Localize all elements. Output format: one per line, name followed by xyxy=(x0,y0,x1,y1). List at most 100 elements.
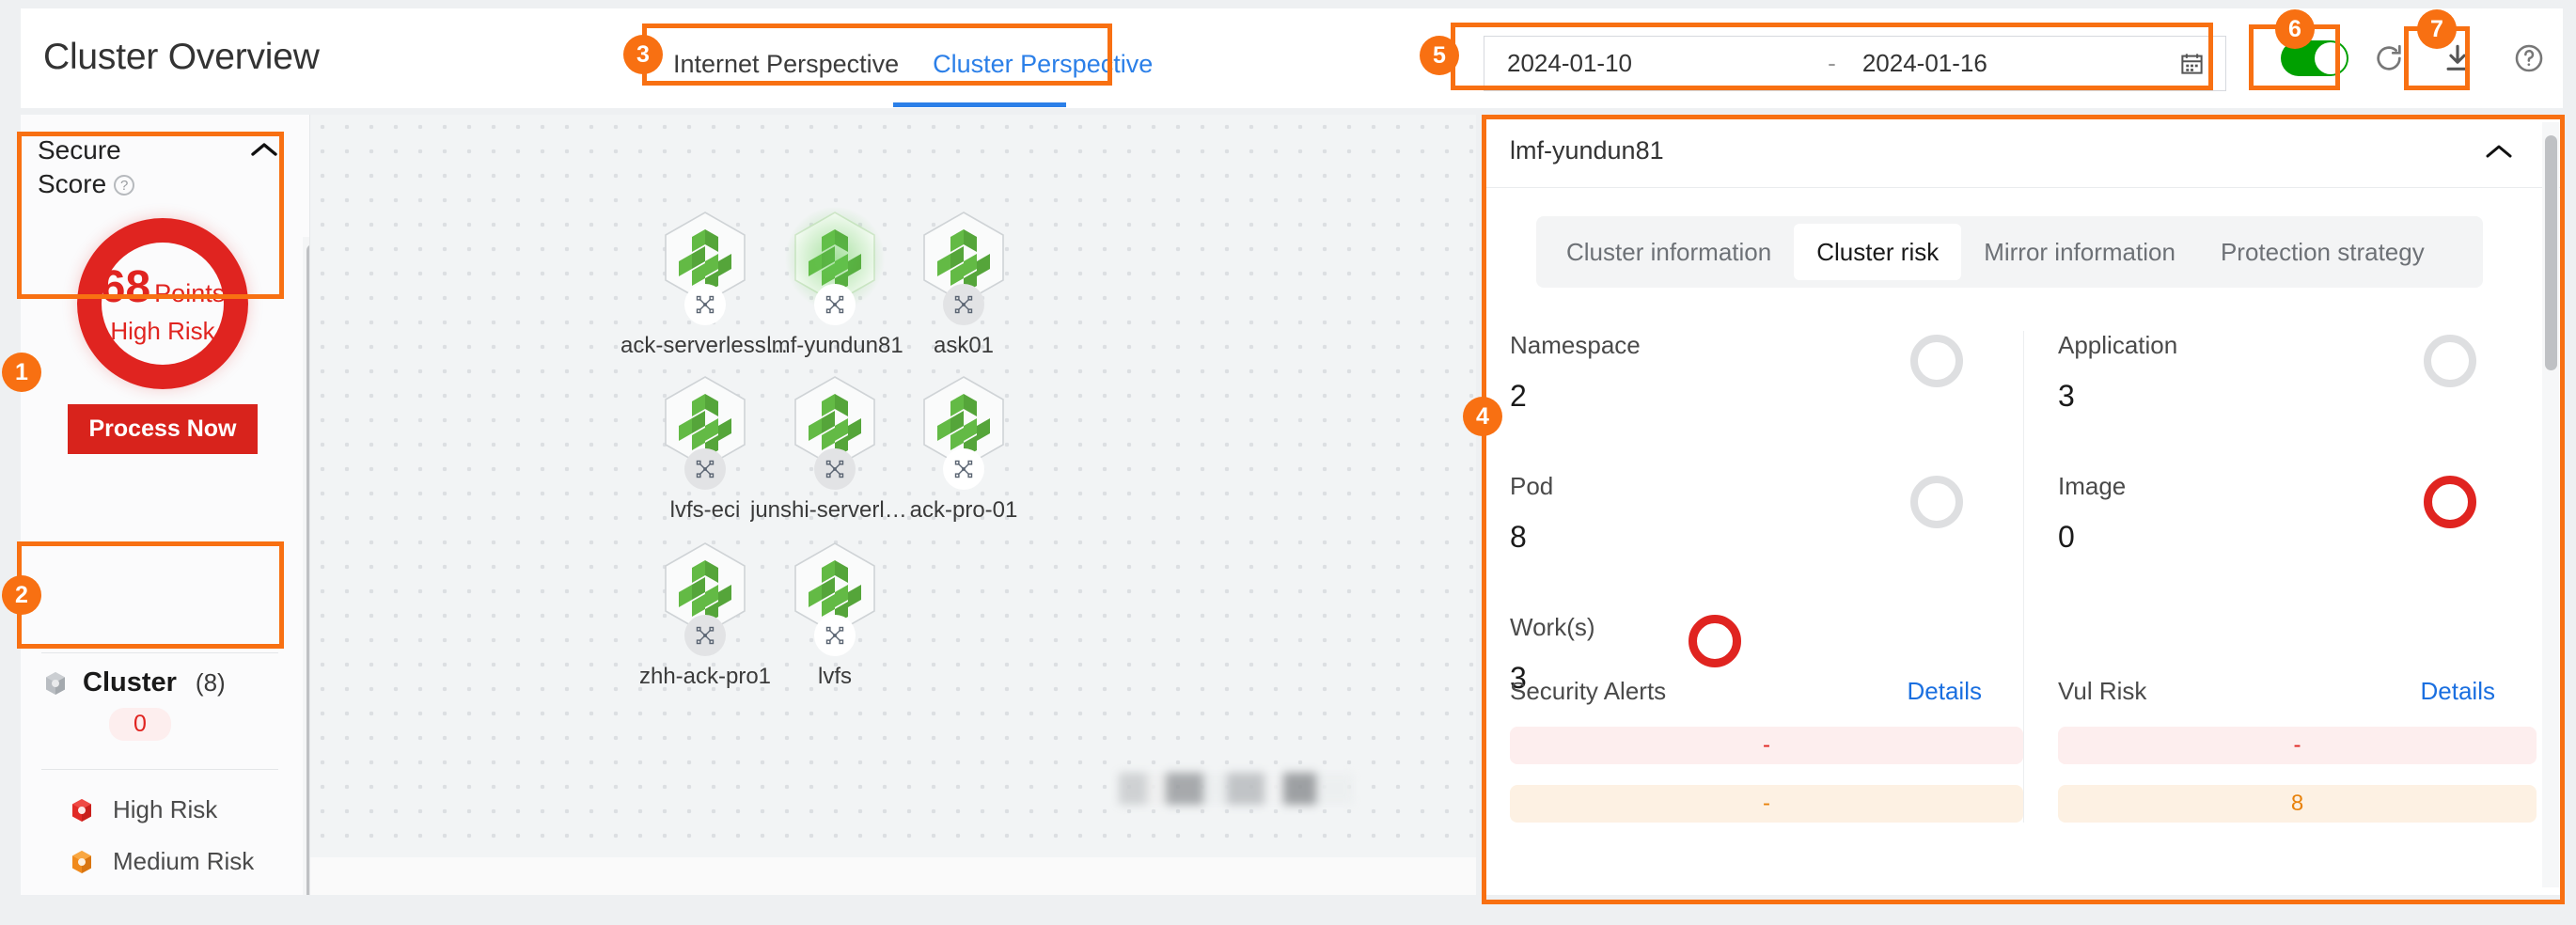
date-range-separator: - xyxy=(1828,49,1836,77)
tab-cluster-information[interactable]: Cluster information xyxy=(1544,224,1794,280)
tab-protection-strategy[interactable]: Protection strategy xyxy=(2198,224,2447,280)
network-topology-icon xyxy=(814,448,856,490)
refresh-icon[interactable] xyxy=(2373,42,2405,74)
metric-label: Pod xyxy=(1510,472,1554,500)
cluster-risk-badge: 0 xyxy=(109,708,171,741)
risk-item-label: High Risk xyxy=(113,795,218,823)
date-start-input[interactable]: 2024-01-10 xyxy=(1484,49,1824,78)
vul-risk-label: Vul Risk xyxy=(2058,677,2147,705)
auto-refresh-toggle[interactable] xyxy=(2281,40,2348,76)
detail-panel-title: lmf-yundun81 xyxy=(1510,136,1664,165)
secure-score-card: Secure Score? 68 Points High Risk Proces… xyxy=(38,133,288,454)
secure-score-value: 68 xyxy=(100,261,151,312)
network-topology-icon xyxy=(684,615,726,656)
risk-item-label: Medium Risk xyxy=(113,847,255,875)
calendar-icon[interactable] xyxy=(2179,51,2205,76)
cluster-detail-panel: lmf-yundun81 Cluster information Cluster… xyxy=(1484,115,2563,895)
question-mark-icon[interactable]: ? xyxy=(114,175,135,196)
cluster-node-ack-pro-01[interactable]: ack-pro-01 xyxy=(879,373,1048,524)
cluster-node-icon xyxy=(765,186,904,331)
network-topology-icon xyxy=(943,284,984,325)
risk-item-low[interactable]: Low Risk xyxy=(68,887,293,895)
risk-legend-list: High Risk Medium Risk xyxy=(68,784,293,895)
metric-label: Application xyxy=(2058,331,2178,359)
cluster-node-ask01[interactable]: ask01 xyxy=(879,209,1048,359)
chevron-up-icon[interactable] xyxy=(2484,141,2514,162)
sidebar-divider xyxy=(41,652,278,653)
app-root: Cluster Overview Internet Perspective Cl… xyxy=(0,0,2576,925)
risk-item-medium[interactable]: Medium Risk xyxy=(68,836,293,887)
network-topology-icon xyxy=(684,448,726,490)
download-icon[interactable] xyxy=(2442,42,2474,74)
detail-panel-scrollbar-thumb[interactable] xyxy=(2545,135,2557,370)
tab-mirror-information[interactable]: Mirror information xyxy=(1961,224,2198,280)
cluster-node-icon xyxy=(919,373,1009,490)
metric-value: 0 xyxy=(2058,520,2075,554)
secure-score-gauge: 68 Points High Risk xyxy=(77,217,248,389)
secure-score-title: Secure Score? xyxy=(38,133,135,201)
metric-ring-icon xyxy=(1910,476,1963,528)
date-end-input[interactable]: 2024-01-16 xyxy=(1840,49,2179,78)
secure-score-unit: Points xyxy=(154,278,226,307)
cluster-node-icon xyxy=(660,540,750,656)
secure-score-level: High Risk xyxy=(110,316,215,345)
tab-cluster-perspective[interactable]: Cluster Perspective xyxy=(929,33,1156,95)
process-now-button[interactable]: Process Now xyxy=(68,403,258,454)
detail-panel-scrollbar[interactable] xyxy=(2542,122,2559,887)
metric-pod: Pod 8 xyxy=(1510,472,2023,613)
page-title: Cluster Overview xyxy=(43,37,320,77)
perspective-tabs: Internet Perspective Cluster Perspective xyxy=(669,33,1156,95)
tab-cluster-risk[interactable]: Cluster risk xyxy=(1794,224,1962,280)
metric-label: Image xyxy=(2058,472,2127,500)
metric-namespace: Namespace 2 xyxy=(1510,331,2023,472)
tab-active-underline xyxy=(893,102,1066,107)
cluster-node-label: ask01 xyxy=(933,333,995,358)
network-topology-icon xyxy=(684,284,726,325)
cube-orange-icon xyxy=(68,848,96,876)
secure-score-title-line2: Score xyxy=(38,168,107,198)
cluster-node-icon xyxy=(660,373,750,490)
cube-gray-icon xyxy=(41,669,70,698)
sidebar-divider-2 xyxy=(41,769,278,770)
vul-risk-details-link[interactable]: Details xyxy=(2421,677,2495,706)
chevron-up-icon[interactable] xyxy=(248,139,280,160)
cluster-summary-count: (8) xyxy=(195,668,226,697)
network-topology-icon xyxy=(814,284,856,325)
detail-panel-tabs: Cluster information Cluster risk Mirror … xyxy=(1536,216,2483,288)
cluster-graph-canvas[interactable]: ack-serverless-01 lmf-yundun81 ask01 lvf… xyxy=(310,115,1476,857)
vul-risk-pill-high: - xyxy=(2058,727,2537,764)
top-bar: Cluster Overview Internet Perspective Cl… xyxy=(21,8,2563,108)
metric-value: 8 xyxy=(1510,520,1527,554)
metric-image: Image 0 xyxy=(2058,472,2537,613)
cluster-node-icon xyxy=(790,373,880,490)
security-alerts-details-link[interactable]: Details xyxy=(1908,677,1982,706)
alerts-section: Security Alerts Details - - Vul Risk Det… xyxy=(1510,677,2537,823)
metric-ring-icon xyxy=(1689,615,1741,667)
cluster-summary[interactable]: Cluster (8) 0 xyxy=(41,667,278,741)
cluster-node-icon xyxy=(660,209,750,325)
vul-risk-block: Vul Risk Details - 8 xyxy=(2023,677,2537,823)
secure-score-value-row: 68 Points xyxy=(101,261,225,313)
network-topology-icon xyxy=(943,448,984,490)
canvas-footer xyxy=(310,857,1476,895)
cube-red-icon xyxy=(68,796,96,824)
sidebar-scrollbar[interactable] xyxy=(303,237,309,895)
risk-item-high[interactable]: High Risk xyxy=(68,784,293,836)
metric-ring-icon xyxy=(1910,335,1963,387)
cluster-summary-header: Cluster (8) xyxy=(41,667,278,698)
secure-score-title-line1: Secure xyxy=(38,135,121,165)
secure-score-header: Secure Score? xyxy=(38,133,288,201)
help-icon[interactable] xyxy=(2513,42,2545,74)
cluster-node-lvfs[interactable]: lvfs xyxy=(750,540,919,690)
network-topology-icon xyxy=(814,615,856,656)
security-alerts-pill-high: - xyxy=(1510,727,2023,764)
date-range-picker[interactable]: 2024-01-10 - 2024-01-16 xyxy=(1484,36,2226,91)
metric-value: 2 xyxy=(1510,379,1527,413)
metric-ring-icon xyxy=(2424,476,2476,528)
toggle-knob xyxy=(2315,42,2347,74)
cluster-summary-name: Cluster xyxy=(83,667,177,698)
metric-ring-icon xyxy=(2424,335,2476,387)
metric-label: Namespace xyxy=(1510,331,1641,359)
security-alerts-header: Security Alerts Details xyxy=(1510,677,2023,706)
tab-internet-perspective[interactable]: Internet Perspective xyxy=(669,33,903,95)
